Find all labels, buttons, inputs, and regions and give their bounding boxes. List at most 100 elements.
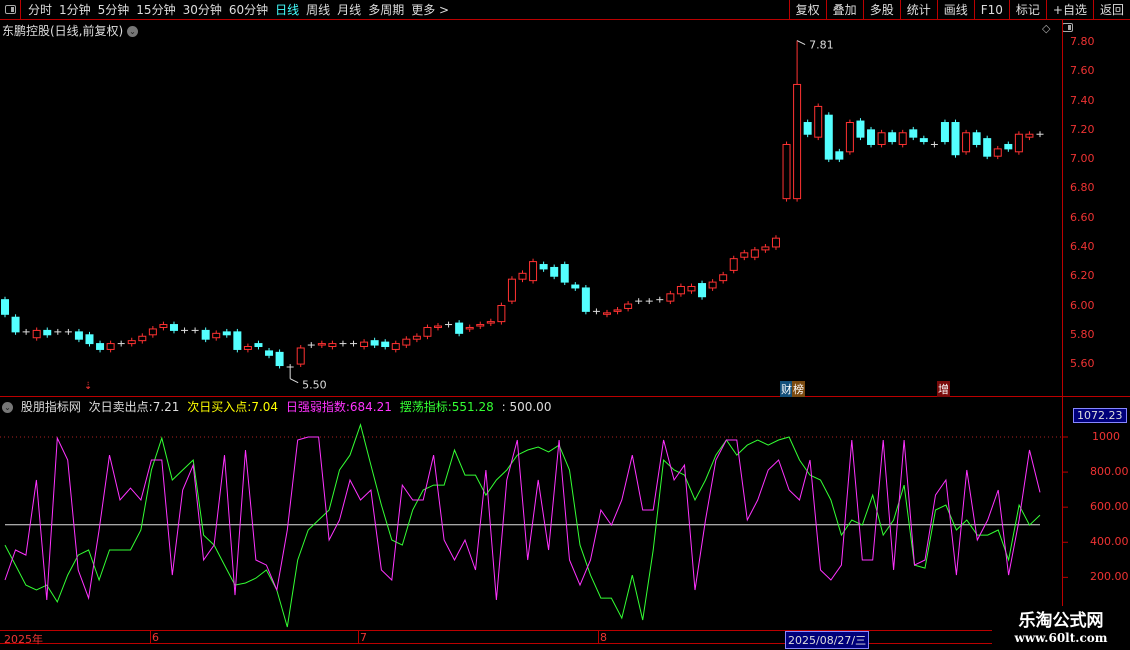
strength-label: 日强弱指数:	[285, 400, 350, 414]
candle-body	[434, 325, 443, 328]
candle-body	[265, 350, 274, 356]
indicator-axis-label: 200.00	[1090, 570, 1129, 584]
sell-label: 次日卖出点:	[88, 400, 153, 414]
indicator-axis-label: 800.00	[1090, 465, 1129, 479]
candle-body	[919, 138, 928, 143]
indicator-axis-label: 1000	[1092, 430, 1120, 443]
candle-body	[972, 132, 981, 145]
candle-body	[138, 335, 147, 342]
candle-body	[782, 143, 791, 200]
candle-body	[845, 122, 854, 153]
date-label: 6	[150, 631, 159, 644]
candle-body	[613, 309, 622, 312]
candle-body	[507, 278, 516, 302]
candle-body	[708, 281, 717, 289]
candle-body	[243, 346, 252, 350]
buy-value: 7.04	[251, 400, 279, 414]
candle-body	[814, 105, 823, 138]
candle-body	[497, 305, 506, 323]
candle-body	[983, 138, 992, 157]
candle-body	[676, 285, 685, 295]
swing-value: 551.28	[451, 400, 494, 414]
indicator-name[interactable]: 股朋指标网	[21, 400, 81, 414]
candle-body	[581, 287, 590, 312]
candle-body	[740, 252, 749, 258]
candle-body	[888, 132, 897, 143]
candle-body	[687, 285, 696, 292]
candle-body	[85, 334, 94, 345]
chevron-down-icon[interactable]: ⌄	[2, 402, 13, 413]
current-date: 2025/08/27/三	[785, 631, 870, 649]
buy-label: 次日买入点:	[187, 400, 252, 414]
watermark-url: www.60lt.com	[1014, 631, 1108, 645]
candle-body	[317, 343, 326, 346]
candle-body	[74, 331, 83, 340]
candle-body	[940, 122, 949, 143]
candle-body	[43, 329, 52, 336]
candle-body	[106, 343, 115, 350]
divider	[0, 630, 1130, 631]
increase-badge[interactable]: 增	[937, 381, 950, 397]
candle-body	[465, 326, 474, 330]
watermark-title: 乐淘公式网	[1018, 611, 1104, 631]
candle-body	[750, 249, 759, 258]
event-marker-icon[interactable]: ⇣	[84, 381, 92, 392]
price-axis-line	[1062, 20, 1063, 630]
candle-body	[518, 272, 527, 280]
candle-body	[455, 322, 464, 334]
divider	[0, 643, 1062, 644]
ref-value: : 500.00	[501, 400, 552, 414]
rank-badge[interactable]: 榜	[792, 381, 805, 397]
candle-body	[951, 122, 960, 156]
candle-body	[793, 83, 802, 200]
candle-body	[877, 132, 886, 145]
candle-body	[370, 340, 379, 346]
candle-body	[624, 303, 633, 309]
candle-body	[1025, 133, 1034, 138]
high-label: 7.81	[809, 39, 834, 52]
candle-body	[539, 264, 548, 270]
sell-value: 7.21	[152, 400, 180, 414]
low-label: 5.50	[302, 379, 327, 392]
candle-body	[1004, 143, 1013, 150]
candle-body	[169, 324, 178, 331]
date-label: 2025年	[4, 633, 43, 646]
candle-body	[32, 329, 41, 339]
strength-line	[4, 436, 1041, 601]
price-axis-label: 7.80	[1070, 35, 1095, 48]
candle-body	[148, 328, 157, 336]
candle-body	[486, 321, 495, 324]
candle-body	[761, 246, 770, 251]
candle-body	[698, 283, 707, 298]
candle-body	[560, 264, 569, 283]
swing-label: 摆荡指标:	[399, 400, 452, 414]
date-label: 8	[598, 631, 607, 644]
price-axis-label: 7.20	[1070, 122, 1095, 136]
chart-canvas[interactable]: 7.81 5.50	[0, 0, 1130, 650]
price-axis-label: 5.80	[1070, 327, 1095, 341]
candle-body	[602, 312, 611, 315]
price-axis-label: 7.40	[1070, 93, 1095, 107]
candle-body	[127, 340, 136, 345]
candle-body	[824, 114, 833, 160]
high-marker	[796, 40, 806, 45]
price-axis-label: 5.60	[1070, 357, 1095, 371]
candle-body	[909, 129, 918, 138]
candle-body	[476, 324, 485, 327]
indicator-axis-label: 400.00	[1090, 535, 1129, 549]
candle-body	[360, 341, 369, 348]
price-axis-label: 6.40	[1070, 239, 1095, 253]
watermark: 乐淘公式网 www.60lt.com	[992, 606, 1130, 650]
candle-body	[835, 151, 844, 160]
price-axis-label: 6.20	[1070, 269, 1095, 283]
candle-body	[96, 343, 105, 350]
candle-body	[898, 132, 907, 145]
candle-body	[233, 331, 242, 350]
candle-body	[666, 293, 675, 302]
candle-body	[201, 329, 210, 340]
divider	[0, 396, 1130, 397]
price-axis-label: 6.00	[1070, 298, 1095, 312]
candle-body	[803, 122, 812, 135]
date-label: 7	[358, 631, 367, 644]
candle-body	[867, 129, 876, 145]
